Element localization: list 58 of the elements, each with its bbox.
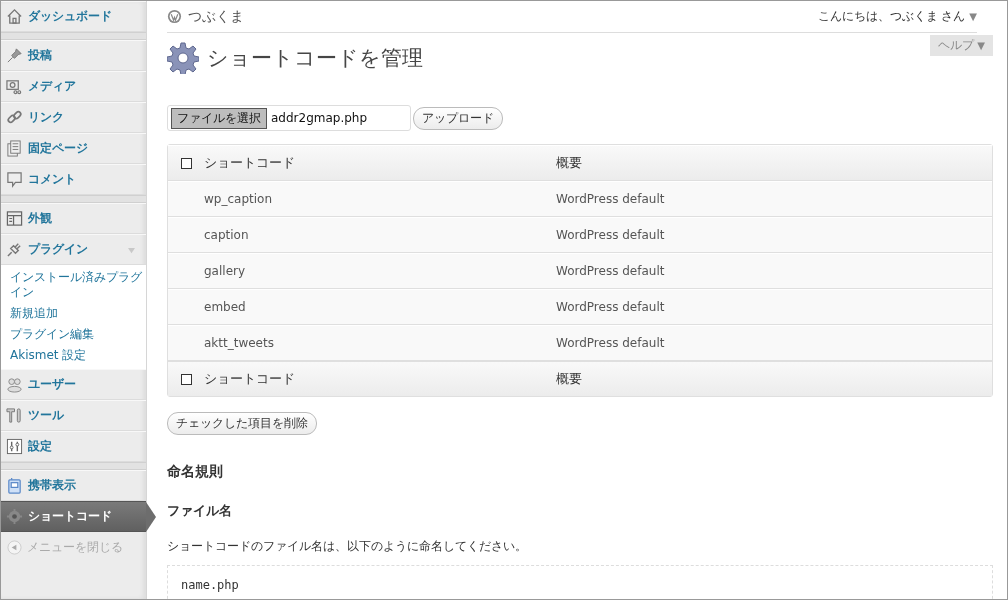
file-input[interactable]: ファイルを選択 addr2gmap.php bbox=[167, 105, 411, 131]
menu-item[interactable]: ツール bbox=[1, 400, 146, 431]
gear-icon bbox=[6, 508, 23, 525]
speech-bubble-icon bbox=[6, 171, 23, 188]
page-title: ショートコードを管理 bbox=[207, 45, 423, 72]
column-header[interactable]: ショートコード bbox=[204, 154, 556, 172]
upload-button[interactable]: アップロード bbox=[413, 106, 503, 130]
pushpin-icon bbox=[6, 47, 23, 64]
table-cell-text: wp_caption bbox=[204, 192, 273, 206]
help-button[interactable]: ヘルプ ▼ bbox=[929, 35, 993, 56]
submenu-link[interactable]: 新規追加 bbox=[1, 304, 146, 325]
logo-icon bbox=[167, 9, 182, 24]
menu-item[interactable]: 固定ページ bbox=[1, 133, 146, 164]
table-cell-text: WordPress default bbox=[556, 264, 666, 278]
menu-item[interactable]: 投稿 bbox=[1, 40, 146, 71]
subsection-heading: ファイル名 bbox=[167, 503, 233, 520]
house-icon bbox=[6, 8, 23, 25]
section-heading: 命名規則 bbox=[167, 463, 224, 481]
phone-icon bbox=[6, 477, 23, 494]
delete-checked-button[interactable]: チェックした項目を削除 bbox=[167, 412, 317, 435]
sliders-icon bbox=[6, 438, 23, 455]
table-cell-text: WordPress default bbox=[556, 300, 666, 314]
menu-item[interactable]: メディア bbox=[1, 71, 146, 102]
submenu-link[interactable]: インストール済みプラグイン bbox=[1, 268, 146, 304]
table-cell-text: caption bbox=[204, 228, 250, 242]
caret-icon bbox=[127, 247, 136, 254]
user-menu[interactable]: こんにちは、つぶくま さん ▼ bbox=[817, 8, 977, 25]
submenu-link[interactable]: プラグイン編集 bbox=[1, 325, 146, 346]
plug-icon bbox=[6, 241, 23, 258]
site-name: つぶくま bbox=[188, 7, 244, 26]
table-cell-text: embed bbox=[204, 300, 247, 314]
table-cell-text: WordPress default bbox=[556, 192, 666, 206]
tools-icon bbox=[6, 407, 23, 424]
submenu-link[interactable]: Akismet 設定 bbox=[1, 346, 146, 367]
checkbox[interactable] bbox=[180, 373, 192, 385]
code-text: name.php bbox=[181, 578, 239, 592]
paragraph: ショートコードのファイル名は、以下のように命名してください。 bbox=[167, 538, 528, 555]
table-cell-text: WordPress default bbox=[556, 336, 666, 350]
file-name: addr2gmap.php bbox=[271, 111, 368, 125]
column-header[interactable]: 概要 bbox=[556, 370, 992, 388]
menu-item[interactable]: 外観 bbox=[1, 203, 146, 234]
users-icon bbox=[6, 376, 23, 393]
table-cell-text: gallery bbox=[204, 264, 247, 278]
checkbox[interactable] bbox=[180, 157, 192, 169]
table-cell-text: aktt_tweets bbox=[204, 336, 275, 350]
gear-icon bbox=[167, 42, 199, 74]
table-cell-text: WordPress default bbox=[556, 228, 666, 242]
current-pointer-icon bbox=[146, 502, 156, 532]
layout-icon bbox=[6, 210, 23, 227]
menu-item[interactable]: リンク bbox=[1, 102, 146, 133]
pages-icon bbox=[6, 140, 23, 157]
menu-item[interactable]: ユーザー bbox=[1, 369, 146, 400]
column-header[interactable]: ショートコード bbox=[204, 370, 556, 388]
column-header[interactable]: 概要 bbox=[556, 154, 992, 172]
chain-link-icon bbox=[6, 109, 23, 126]
camera-icon bbox=[6, 78, 23, 95]
choose-file-button[interactable]: ファイルを選択 bbox=[171, 107, 267, 129]
menu-item[interactable]: コメント bbox=[1, 164, 146, 195]
